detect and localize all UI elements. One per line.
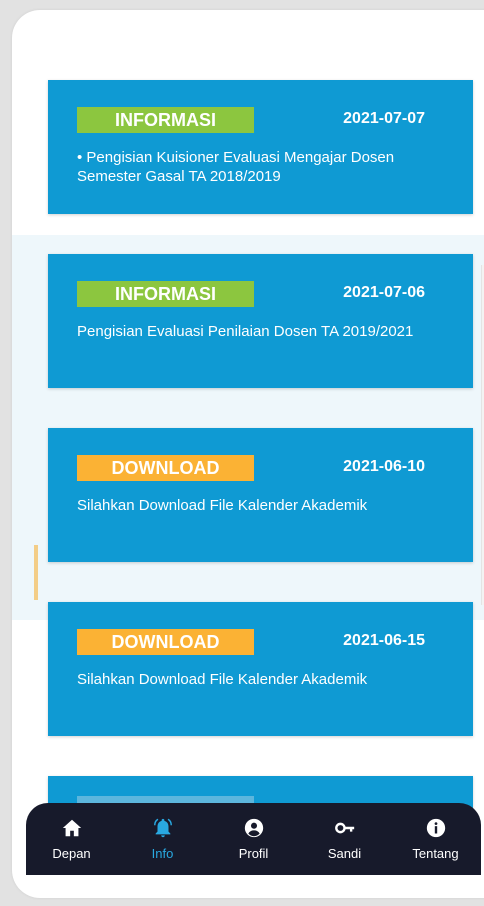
nav-label: Profil: [238, 846, 269, 861]
category-badge: INFORMASI: [77, 107, 254, 133]
announcement-text: Silahkan Download File Kalender Akademik: [77, 497, 368, 514]
nav-label: Sandi: [327, 846, 362, 861]
announcement-date: 2021-07-07: [343, 110, 425, 127]
announcement-card[interactable]: INFORMASI 2021-07-07 • Pengisian Kuision…: [48, 80, 473, 214]
announcement-text: • Pengisian Kuisioner Evaluasi Mengajar …: [77, 149, 395, 185]
category-badge: DOWNLOAD: [77, 629, 254, 655]
nav-label: Info: [151, 846, 174, 861]
announcement-date: 2021-06-10: [343, 458, 425, 475]
announcement-card[interactable]: INFORMASI 2021-07-06 Pengisian Evaluasi …: [48, 254, 473, 388]
category-badge: INFORMASI: [77, 281, 254, 307]
background-accent: [34, 545, 38, 600]
nav-item-tentang[interactable]: Tentang: [396, 817, 476, 861]
announcement-text: Silahkan Download File Kalender Akademik: [77, 671, 368, 688]
app-window: INFORMASI 2021-07-07 • Pengisian Kuision…: [12, 10, 484, 898]
announcement-date: 2021-07-06: [343, 284, 425, 301]
info-circle-icon: [426, 818, 445, 838]
nav-item-info[interactable]: Info: [123, 817, 203, 861]
user-circle-icon: [244, 818, 263, 838]
bell-icon: [153, 818, 172, 838]
announcement-text: Pengisian Evaluasi Penilaian Dosen TA 20…: [77, 323, 414, 340]
nav-item-sandi[interactable]: Sandi: [305, 817, 385, 861]
nav-item-depan[interactable]: Depan: [32, 817, 112, 861]
nav-label: Depan: [52, 846, 91, 861]
announcement-list[interactable]: INFORMASI 2021-07-07 • Pengisian Kuision…: [48, 80, 473, 836]
bottom-navigation: Depan Info Profil Sandi Tentang: [26, 803, 481, 875]
announcement-card[interactable]: DOWNLOAD 2021-06-15 Silahkan Download Fi…: [48, 602, 473, 736]
announcement-card[interactable]: DOWNLOAD 2021-06-10 Silahkan Download Fi…: [48, 428, 473, 562]
screen: INFORMASI 2021-07-07 • Pengisian Kuision…: [0, 0, 484, 906]
category-badge: DOWNLOAD: [77, 455, 254, 481]
nav-item-profil[interactable]: Profil: [214, 817, 294, 861]
key-icon: [334, 822, 354, 834]
home-icon: [62, 819, 81, 837]
announcement-date: 2021-06-15: [343, 632, 425, 649]
nav-label: Tentang: [412, 846, 459, 861]
